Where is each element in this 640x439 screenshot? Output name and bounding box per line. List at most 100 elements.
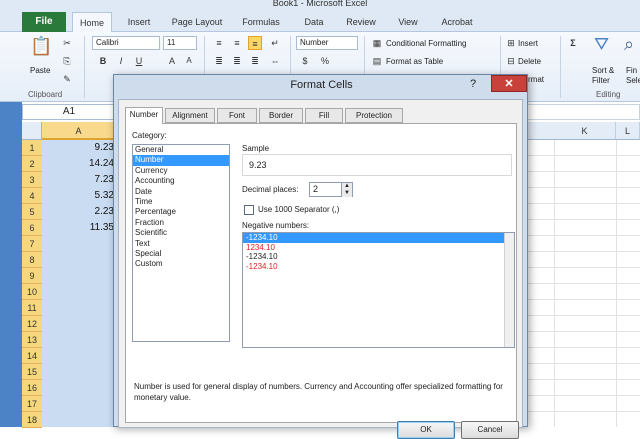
align-center-icon[interactable]: ≣ <box>230 54 244 68</box>
ok-button[interactable]: OK <box>397 421 455 439</box>
align-top-icon[interactable]: ≡ <box>212 36 226 50</box>
paste-icon[interactable]: 📋 <box>30 36 52 57</box>
row-header[interactable]: 16 <box>22 380 42 396</box>
category-item[interactable]: Special <box>133 249 229 259</box>
row-header[interactable]: 6 <box>22 220 42 236</box>
negative-format-item[interactable]: -1234.10 <box>243 262 514 272</box>
cell-a4[interactable]: 5.32 <box>42 188 116 204</box>
negative-format-item[interactable]: 1234.10 <box>243 243 514 253</box>
merge-center-icon[interactable]: ⇔ <box>268 54 282 68</box>
find-label[interactable]: Fin <box>626 66 637 75</box>
row-header[interactable]: 11 <box>22 300 42 316</box>
row-header[interactable]: 12 <box>22 316 42 332</box>
copy-icon[interactable]: ⎘ <box>60 54 74 68</box>
tab-formulas[interactable]: Formulas <box>234 12 288 32</box>
tab-view[interactable]: View <box>388 12 428 32</box>
cell-a5[interactable]: 2.23 <box>42 204 116 220</box>
format-painter-icon[interactable]: ✎ <box>60 72 74 86</box>
filter-label[interactable]: Filter <box>592 76 610 85</box>
row-header[interactable]: 7 <box>22 236 42 252</box>
tab-border[interactable]: Border <box>259 108 303 123</box>
category-item[interactable]: Date <box>133 187 229 197</box>
row-header[interactable]: 9 <box>22 268 42 284</box>
row-header[interactable]: 8 <box>22 252 42 268</box>
tab-font[interactable]: Font <box>217 108 257 123</box>
percent-button[interactable]: % <box>318 54 332 68</box>
category-item[interactable]: Custom <box>133 259 229 269</box>
category-item[interactable]: Text <box>133 239 229 249</box>
font-size-select[interactable]: 11 <box>163 36 197 50</box>
delete-cells-icon[interactable]: ⊟ <box>504 54 518 68</box>
tab-insert[interactable]: Insert <box>118 12 160 32</box>
negative-format-item[interactable]: -1234.10 <box>243 252 514 262</box>
tab-page-layout[interactable]: Page Layout <box>166 12 228 32</box>
insert-button[interactable]: Insert <box>518 39 538 48</box>
underline-button[interactable]: U <box>132 54 146 68</box>
separator-label[interactable]: Use 1000 Separator (,) <box>258 205 339 214</box>
select-label[interactable]: Sele <box>626 76 640 85</box>
align-right-icon[interactable]: ≣ <box>248 54 262 68</box>
font-name-select[interactable]: Calibri <box>92 36 160 50</box>
format-button[interactable]: rmat <box>528 75 544 84</box>
conditional-formatting-icon[interactable]: ▦ <box>370 36 384 50</box>
align-middle-icon[interactable]: ≡ <box>230 36 244 50</box>
spin-down-icon[interactable]: ▼ <box>341 190 352 197</box>
spin-up-icon[interactable]: ▲ <box>341 183 352 190</box>
category-list[interactable]: General Number Currency Accounting Date … <box>132 144 230 342</box>
negative-format-item-selected[interactable]: -1234.10 <box>243 233 514 243</box>
close-button[interactable]: ✕ <box>491 75 527 92</box>
category-item[interactable]: Scientific <box>133 228 229 238</box>
category-item[interactable]: Percentage <box>133 207 229 217</box>
cell-a2[interactable]: 14.24 <box>42 156 116 172</box>
tab-alignment[interactable]: Alignment <box>165 108 215 123</box>
tab-number[interactable]: Number <box>125 107 163 124</box>
italic-button[interactable]: I <box>114 54 128 68</box>
category-item[interactable]: Accounting <box>133 176 229 186</box>
row-header[interactable]: 15 <box>22 364 42 380</box>
align-bottom-icon[interactable]: ≡ <box>248 36 262 50</box>
tab-protection[interactable]: Protection <box>345 108 403 123</box>
cancel-button[interactable]: Cancel <box>461 421 519 439</box>
category-item-selected[interactable]: Number <box>133 155 229 166</box>
column-header-k[interactable]: K <box>554 122 616 140</box>
format-as-table-icon[interactable]: ▤ <box>370 54 384 68</box>
cell-a6[interactable]: 11.35 <box>42 220 116 236</box>
column-header-l[interactable]: L <box>616 122 640 140</box>
tab-home[interactable]: Home <box>72 12 112 33</box>
decimal-places-spinner[interactable]: 2 ▲ ▼ <box>309 182 353 197</box>
row-header[interactable]: 5 <box>22 204 42 220</box>
column-header-a[interactable]: A <box>42 122 116 140</box>
delete-button[interactable]: Delete <box>518 57 541 66</box>
row-header[interactable]: 4 <box>22 188 42 204</box>
select-all-corner[interactable] <box>22 122 42 140</box>
name-box[interactable]: A1 <box>22 104 116 120</box>
row-header[interactable]: 17 <box>22 396 42 412</box>
bold-button[interactable]: B <box>96 54 110 68</box>
category-item[interactable]: Fraction <box>133 218 229 228</box>
row-header[interactable]: 18 <box>22 412 42 428</box>
help-icon[interactable]: ? <box>470 78 476 90</box>
row-header[interactable]: 3 <box>22 172 42 188</box>
tab-fill[interactable]: Fill <box>305 108 343 123</box>
separator-checkbox[interactable] <box>244 205 254 215</box>
cell-a3[interactable]: 7.23 <box>42 172 116 188</box>
cut-icon[interactable]: ✂ <box>60 36 74 50</box>
format-as-table-button[interactable]: Format as Table <box>386 57 443 66</box>
decimal-places-value[interactable]: 2 <box>313 184 318 194</box>
category-item[interactable]: Currency <box>133 166 229 176</box>
tab-data[interactable]: Data <box>294 12 334 32</box>
sort-filter-icon[interactable]: ⛛ <box>594 34 609 55</box>
tab-acrobat[interactable]: Acrobat <box>432 12 482 32</box>
insert-cells-icon[interactable]: ⊞ <box>504 36 518 50</box>
row-header[interactable]: 10 <box>22 284 42 300</box>
autosum-button[interactable]: Σ <box>566 36 580 50</box>
row-header[interactable]: 13 <box>22 332 42 348</box>
category-item[interactable]: Time <box>133 197 229 207</box>
tab-file[interactable]: File <box>22 12 66 32</box>
grow-font-icon[interactable]: A <box>165 54 179 68</box>
currency-button[interactable]: $ <box>298 54 312 68</box>
paste-button[interactable]: Paste <box>30 66 50 75</box>
category-item[interactable]: General <box>133 145 229 155</box>
align-left-icon[interactable]: ≣ <box>212 54 226 68</box>
find-select-icon[interactable]: ⌕ <box>624 34 634 55</box>
